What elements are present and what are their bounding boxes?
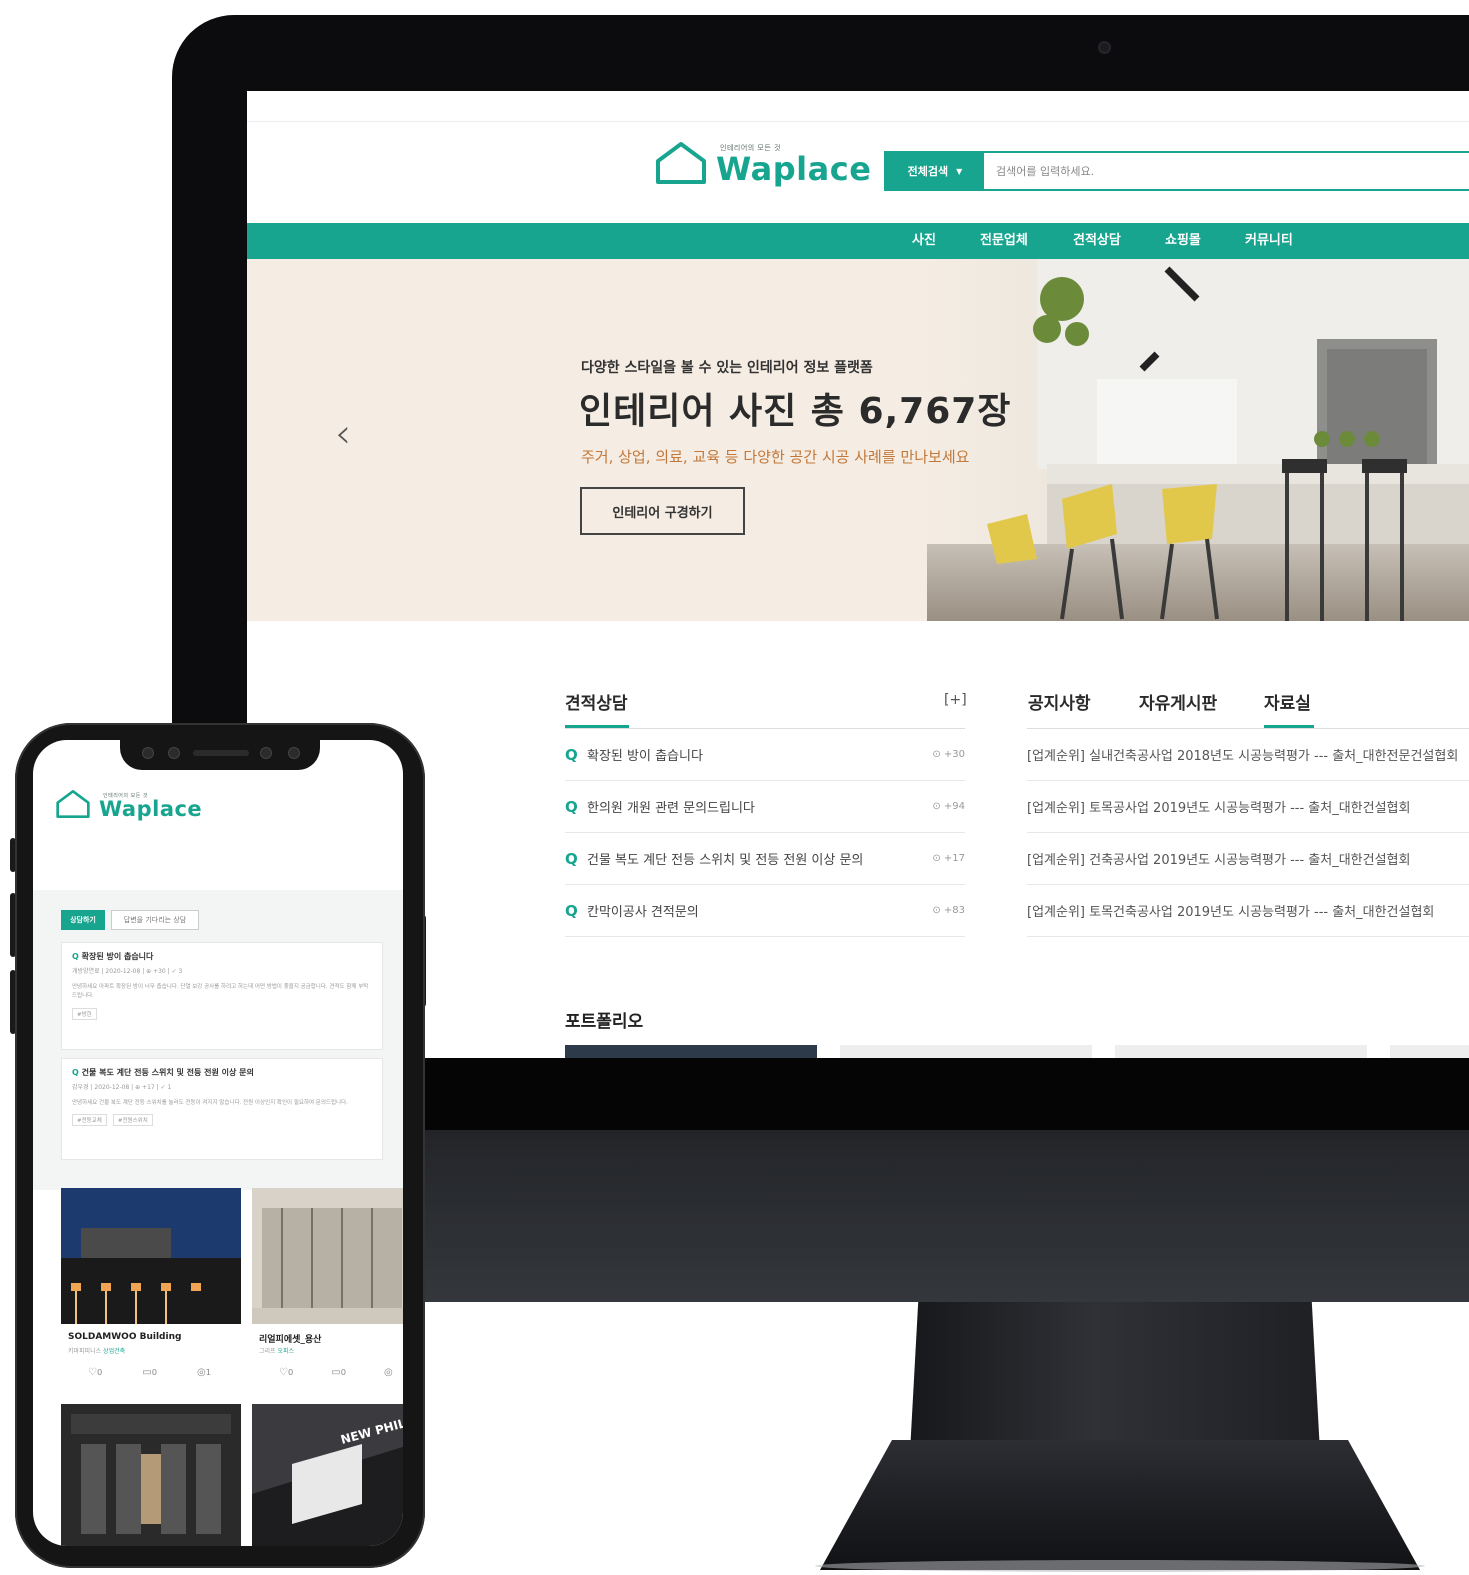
- sensor-icon: [288, 747, 300, 759]
- tab-free-board[interactable]: 자유게시판: [1139, 689, 1217, 714]
- eye-icon: ⊙: [932, 905, 944, 916]
- portfolio-thumbnail[interactable]: [840, 1045, 1092, 1058]
- portfolio-thumbnail[interactable]: [1390, 1045, 1469, 1058]
- consult-more-link[interactable]: [+]: [944, 692, 967, 708]
- heart-icon[interactable]: ♡: [88, 1367, 97, 1378]
- question-icon: Q: [72, 1068, 82, 1077]
- camera-icon: [1098, 41, 1111, 54]
- consult-tab-underline: [565, 725, 629, 728]
- nav-item-shop[interactable]: 쇼핑몰: [1165, 223, 1201, 259]
- search-bar: 전체검색 ▼: [884, 151, 1469, 191]
- portfolio-image[interactable]: [61, 1404, 241, 1546]
- mobile-site-logo[interactable]: 인테리어의 모든 것 Waplace: [55, 788, 202, 820]
- nav-item-community[interactable]: 커뮤니티: [1245, 223, 1293, 259]
- eye-icon: ◎: [384, 1367, 393, 1378]
- tag-chip[interactable]: #전등교체: [72, 1114, 107, 1127]
- search-input[interactable]: [984, 153, 1469, 189]
- tab-notice[interactable]: 공지사항: [1028, 689, 1091, 714]
- consult-list-item[interactable]: Q 확장된 방이 춥습니다 ⊙ +30: [565, 729, 965, 781]
- board-list-item[interactable]: [업계순위] 건축공사업 2019년도 시공능력평가 --- 출처_대한건설협회: [1027, 833, 1469, 885]
- question-icon: Q: [565, 797, 578, 816]
- comment-icon[interactable]: ▭: [331, 1367, 340, 1378]
- stand-shadow: [815, 1560, 1425, 1572]
- portfolio-meta: 키마피피니스 상업건축: [68, 1348, 126, 1355]
- nav-item-consult[interactable]: 견적상담: [1073, 223, 1121, 259]
- house-logo-icon: [55, 788, 91, 820]
- camera-icon: [142, 747, 154, 759]
- board-list-item[interactable]: [업계순위] 실내건축공사업 2018년도 시공능력평가 --- 출처_대한전문…: [1027, 729, 1469, 781]
- logo-wordmark: Waplace: [716, 150, 872, 188]
- monitor-stand-base: [820, 1440, 1420, 1570]
- caret-down-icon: ▼: [956, 166, 963, 176]
- sensor-icon: [260, 747, 272, 759]
- speaker-grille: [193, 750, 249, 756]
- question-icon: Q: [565, 901, 578, 920]
- question-icon: Q: [72, 952, 82, 961]
- portfolio-thumbnail[interactable]: [1115, 1045, 1367, 1058]
- eye-icon: ⊙: [932, 749, 944, 760]
- archive-tab-underline: [1264, 725, 1314, 728]
- portfolio-title: 포트폴리오: [565, 1012, 644, 1032]
- tab-archive[interactable]: 자료실: [1264, 689, 1311, 714]
- consult-list-item[interactable]: Q 칸막이공사 견적문의 ⊙ +83: [565, 885, 965, 937]
- nav-item-photos[interactable]: 사진: [912, 223, 936, 259]
- portfolio-title[interactable]: 리얼피에셋_용산: [259, 1332, 321, 1345]
- search-category-dropdown[interactable]: 전체검색 ▼: [886, 153, 984, 189]
- tab-consult[interactable]: 상담하기: [61, 910, 105, 930]
- tag-chip[interactable]: #전원스위치: [112, 1114, 153, 1127]
- house-logo-icon: [654, 141, 708, 185]
- board-list-item[interactable]: [업계순위] 토목공사업 2019년도 시공능력평가 --- 출처_대한건설협회: [1027, 781, 1469, 833]
- hero-kicker: 다양한 스타일을 볼 수 있는 인테리어 정보 플랫폼: [581, 360, 873, 376]
- phone-notch: [120, 740, 320, 770]
- eye-icon: ⊙: [932, 801, 944, 812]
- portfolio-thumbnail[interactable]: [565, 1045, 817, 1058]
- hero-title: 인테리어 사진 총 6,767장: [579, 391, 1012, 432]
- consult-card[interactable]: Q 확장된 방이 춥습니다 개방양연료 | 2020-12-08 | ⊕ +30…: [61, 942, 383, 1050]
- search-category-label: 전체검색: [907, 165, 949, 178]
- hero-interior-image: [927, 259, 1469, 621]
- main-nav: 사진 전문업체 견적상담 쇼핑몰 커뮤니티: [247, 223, 1469, 259]
- portfolio-title[interactable]: SOLDAMWOO Building: [68, 1332, 181, 1342]
- board-list-item[interactable]: [업계순위] 토목건축공사업 2019년도 시공능력평가 --- 출처_대한건설…: [1027, 885, 1469, 937]
- comment-icon[interactable]: ▭: [142, 1367, 151, 1378]
- logo-wordmark: Waplace: [99, 797, 203, 821]
- browse-interior-button[interactable]: 인테리어 구경하기: [580, 487, 745, 535]
- tag-chip[interactable]: #방한: [72, 1007, 97, 1020]
- question-icon: Q: [565, 849, 578, 868]
- heart-icon[interactable]: ♡: [279, 1367, 288, 1378]
- eye-icon: ⊙: [932, 853, 944, 864]
- hero-banner: ‹ 다양한 스타일을 볼 수 있는 인테리어 정보 플랫폼 인테리어 사진 총 …: [247, 259, 1469, 621]
- nav-item-companies[interactable]: 전문업체: [980, 223, 1028, 259]
- site-logo[interactable]: 인테리어의 모든 것 Waplace: [654, 141, 871, 185]
- desktop-screen: 인테리어의 모든 것 Waplace 전체검색 ▼ 사진 전문업체 견적상담 쇼…: [247, 91, 1469, 1058]
- consult-card[interactable]: Q 건물 복도 계단 전등 스위치 및 전등 전원 이상 문의 강우경 | 20…: [61, 1058, 383, 1160]
- tab-awaiting-answer[interactable]: 답변을 기다리는 상담: [111, 910, 199, 930]
- question-icon: Q: [565, 745, 578, 764]
- hero-subtitle: 주거, 상업, 의료, 교육 등 다양한 공간 시공 사례를 만나보세요: [581, 448, 970, 466]
- consult-list-item[interactable]: Q 건물 복도 계단 전등 스위치 및 전등 전원 이상 문의 ⊙ +17: [565, 833, 965, 885]
- portfolio-meta: 그리프 오피스: [259, 1348, 295, 1355]
- mobile-screen: 인테리어의 모든 것 Waplace 상담하기 답변을 기다리는 상담 Q 확장…: [33, 740, 403, 1546]
- portfolio-image[interactable]: [61, 1188, 241, 1324]
- consult-section-title: 견적상담: [565, 694, 628, 714]
- monitor-stand: [910, 1302, 1320, 1452]
- sensor-icon: [168, 747, 180, 759]
- portfolio-image[interactable]: NEW PHILADELPHIA: [252, 1404, 403, 1546]
- eye-icon: ◎: [197, 1367, 206, 1378]
- consult-list-item[interactable]: Q 한의원 개원 관련 문의드립니다 ⊙ +94: [565, 781, 965, 833]
- chevron-left-icon[interactable]: ‹: [335, 411, 351, 457]
- portfolio-image[interactable]: [252, 1188, 403, 1324]
